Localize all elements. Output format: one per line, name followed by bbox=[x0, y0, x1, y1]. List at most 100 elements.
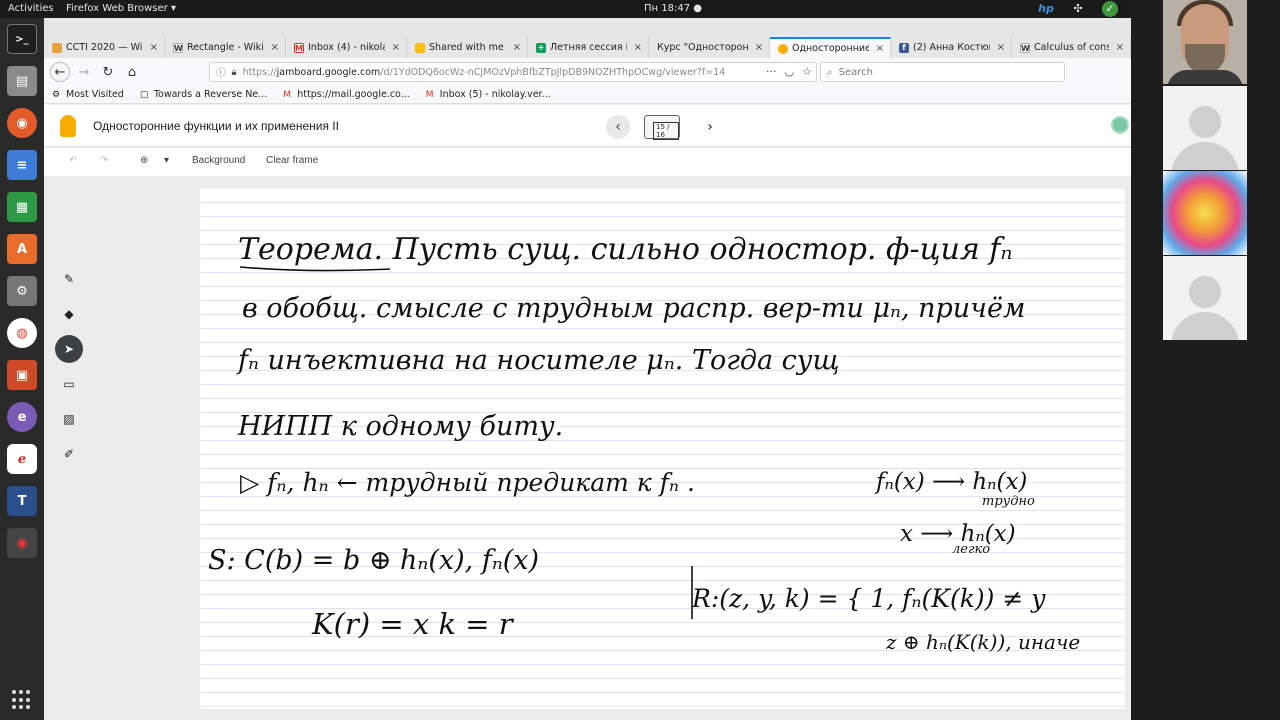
participant-placeholder[interactable] bbox=[1163, 256, 1247, 340]
video-call-panel bbox=[1131, 0, 1280, 720]
info-icon[interactable]: ⓘ bbox=[216, 65, 226, 79]
update-ok-icon[interactable]: ✓ bbox=[1102, 1, 1118, 17]
show-apps-icon[interactable] bbox=[12, 690, 32, 710]
select-icon[interactable]: ➤ bbox=[55, 335, 83, 363]
close-icon[interactable]: × bbox=[389, 42, 400, 53]
tab-ccti[interactable]: CCTI 2020 — Wiki × bbox=[44, 37, 165, 58]
redo-icon[interactable]: ↷ bbox=[100, 155, 108, 166]
close-icon[interactable]: × bbox=[147, 42, 158, 53]
emacs-icon[interactable]: e bbox=[7, 402, 37, 432]
tab-jamboard[interactable]: Односторонние × bbox=[770, 37, 891, 58]
frame-bar-button[interactable]: 15 / 16 bbox=[644, 115, 680, 140]
tab-course[interactable]: Курс "Односторонн × bbox=[649, 37, 770, 58]
pen-icon[interactable]: ✎ bbox=[55, 265, 83, 293]
bookmark-star-icon[interactable]: ☆ bbox=[802, 65, 812, 78]
participant-placeholder[interactable] bbox=[1163, 86, 1247, 170]
firefox-icon[interactable]: ◉ bbox=[7, 108, 37, 138]
bookmark-inbox[interactable]: M Inbox (5) - nikolay.ver... bbox=[426, 89, 551, 100]
app-menu[interactable]: Firefox Web Browser ▾ bbox=[66, 3, 176, 14]
back-button[interactable]: ← bbox=[50, 62, 70, 82]
zoom-dropdown-icon[interactable]: ▾ bbox=[164, 155, 169, 166]
network-icon[interactable]: ✣ bbox=[1070, 1, 1086, 17]
jamboard-header: Односторонние функции и их применения II… bbox=[44, 105, 1131, 147]
home-button[interactable]: ⌂ bbox=[122, 62, 142, 82]
calc-icon[interactable]: ▦ bbox=[7, 192, 37, 222]
writer-icon[interactable]: ≡ bbox=[7, 150, 37, 180]
nav-bar: ← → ↻ ⌂ ⓘ 🔒︎ https://jamboard.google.com… bbox=[44, 58, 1131, 86]
url-bar[interactable]: ⓘ 🔒︎ https://jamboard.google.com/d/1YdOD… bbox=[209, 62, 817, 82]
close-icon[interactable]: × bbox=[752, 42, 763, 53]
impress-icon[interactable]: ▣ bbox=[7, 360, 37, 390]
title-bar bbox=[44, 18, 1131, 37]
firefox-window: CCTI 2020 — Wiki × W Rectangle - Wikip × M… bbox=[44, 18, 1131, 720]
system-top-bar: Activities Firefox Web Browser ▾ Пн 18:4… bbox=[0, 0, 1280, 32]
participant-video[interactable] bbox=[1163, 0, 1247, 84]
previous-frame-button[interactable]: ‹ bbox=[606, 115, 630, 139]
sticky-note-icon[interactable]: ▭ bbox=[55, 370, 83, 398]
tab-wikipedia-rectangle[interactable]: W Rectangle - Wikip × bbox=[165, 37, 286, 58]
chrome-icon[interactable]: ◍ bbox=[7, 318, 37, 348]
tab-sheets[interactable]: + Летняя сессия П × bbox=[528, 37, 649, 58]
image-icon[interactable]: ▨ bbox=[55, 405, 83, 433]
jam-canvas[interactable]: Теорема. Пусть сущ. сильно одностор. ф-ц… bbox=[200, 189, 1125, 709]
hp-icon[interactable]: hp bbox=[1038, 1, 1054, 17]
tab-facebook[interactable]: f (2) Анна Костюк × bbox=[891, 37, 1012, 58]
search-input[interactable]: ⌕ Search bbox=[820, 62, 1065, 82]
bookmark-mail[interactable]: Mhttps://mail.google.co... bbox=[283, 89, 410, 100]
eraser-icon[interactable]: ◆ bbox=[55, 300, 83, 328]
wikipedia-icon: W bbox=[1020, 42, 1030, 53]
pdf-icon[interactable]: ℯ bbox=[7, 444, 37, 474]
handwritten-line: ▷ fₙ, hₙ ← трудный предикат к fₙ . bbox=[240, 468, 695, 497]
handwriting-layer: Теорема. Пусть сущ. сильно одностор. ф-ц… bbox=[208, 232, 1080, 654]
close-icon[interactable]: × bbox=[1113, 42, 1124, 53]
bookmark-reverse[interactable]: ▢ Towards a Reverse Ne... bbox=[140, 89, 267, 100]
handwritten-line: S: C(b) = b ⊕ hₙ(x), fₙ(x) bbox=[208, 545, 539, 576]
bookmark-most-visited[interactable]: ⚙ Most Visited bbox=[52, 89, 124, 100]
jam-title[interactable]: Односторонние функции и их применения II bbox=[93, 119, 339, 133]
tab-bar: CCTI 2020 — Wiki × W Rectangle - Wikip × M… bbox=[44, 37, 1131, 58]
page-actions-icon[interactable]: ··· bbox=[766, 65, 777, 78]
next-frame-button[interactable]: › bbox=[698, 115, 722, 139]
close-icon[interactable]: × bbox=[631, 42, 642, 53]
avatar[interactable] bbox=[1111, 116, 1129, 134]
tab-favicon bbox=[52, 42, 62, 53]
close-icon[interactable]: × bbox=[873, 43, 884, 54]
search-placeholder: Search bbox=[838, 66, 873, 78]
tab-drive[interactable]: Shared with me × bbox=[407, 37, 528, 58]
url-text: https://jamboard.google.com/d/1YdODQ6ocW… bbox=[243, 67, 726, 78]
reload-button[interactable]: ↻ bbox=[98, 62, 118, 82]
participant-avatar-mandala[interactable] bbox=[1163, 171, 1247, 255]
system-tray: hp ✣ ✓ bbox=[1038, 1, 1118, 17]
recorder-icon[interactable]: ◉ bbox=[7, 528, 37, 558]
wikipedia-icon: W bbox=[173, 42, 183, 53]
handwritten-line: трудно bbox=[982, 494, 1035, 509]
gear-icon: ⚙ bbox=[52, 89, 61, 100]
forward-button[interactable]: → bbox=[74, 62, 94, 82]
texstudio-icon[interactable]: T bbox=[7, 486, 37, 516]
undo-icon[interactable]: ↶ bbox=[69, 155, 77, 166]
files-icon[interactable]: ▤ bbox=[7, 66, 37, 96]
jamboard-page: Односторонние функции и их применения II… bbox=[44, 105, 1131, 720]
handwritten-line: в обобщ. смысле с трудным распр. вер-ти … bbox=[242, 293, 1025, 324]
handwritten-line: z ⊕ hₙ(K(k)), иначе bbox=[885, 630, 1080, 654]
terminal-icon[interactable]: >_ bbox=[7, 24, 37, 54]
close-icon[interactable]: × bbox=[268, 42, 279, 53]
zoom-icon[interactable]: ⊕ bbox=[140, 155, 148, 166]
settings-icon[interactable]: ⚙ bbox=[7, 276, 37, 306]
activities-button[interactable]: Activities bbox=[8, 3, 54, 14]
handwritten-line: легко bbox=[952, 542, 990, 557]
clear-frame-button[interactable]: Clear frame bbox=[266, 155, 318, 166]
close-icon[interactable]: × bbox=[510, 42, 521, 53]
tab-gmail[interactable]: M Inbox (4) - nikolay× bbox=[286, 37, 407, 58]
pocket-icon[interactable]: ◡ bbox=[785, 65, 795, 78]
software-center-icon[interactable]: A bbox=[7, 234, 37, 264]
background-button[interactable]: Background bbox=[192, 155, 245, 166]
handwritten-line: НИПП к одному биту. bbox=[237, 411, 563, 442]
dock: >_ ▤ ◉ ≡ ▦ A ⚙ ◍ ▣ e ℯ T ◉ bbox=[0, 18, 44, 720]
clock[interactable]: Пн 18:47 ● bbox=[644, 3, 702, 14]
laser-icon[interactable]: ✐ bbox=[55, 440, 83, 468]
close-icon[interactable]: × bbox=[994, 42, 1005, 53]
jamboard-logo bbox=[60, 115, 76, 137]
url-path: /d/1YdODQ6ocWz-nCJMOzVphBfbZTpJlpDB9NOZH… bbox=[380, 66, 726, 78]
tab-wikipedia-calculus[interactable]: W Calculus of const × bbox=[1012, 37, 1131, 58]
